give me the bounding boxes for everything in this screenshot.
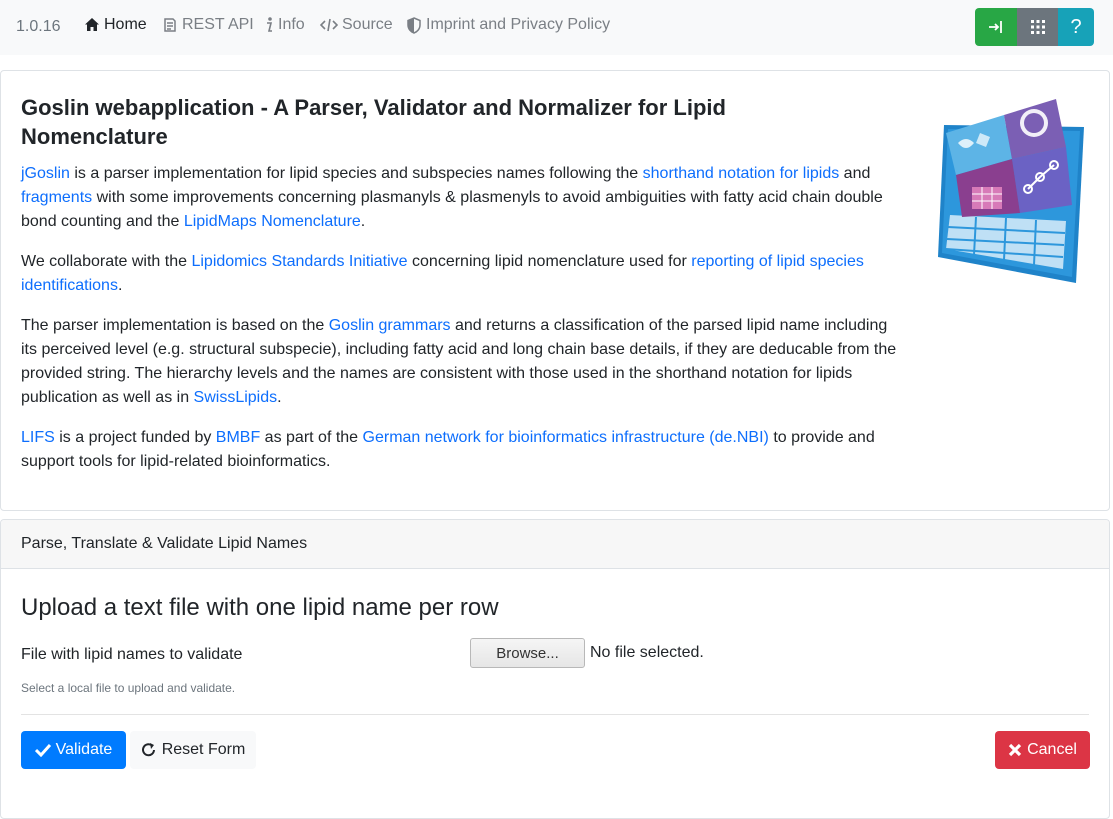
- version-brand[interactable]: 1.0.16: [16, 18, 60, 36]
- reset-form-button[interactable]: Reset Form: [130, 731, 256, 769]
- form-card-header: Parse, Translate & Validate Lipid Names: [1, 520, 1109, 569]
- intro-paragraph-3: The parser implementation is based on th…: [21, 314, 901, 410]
- code-icon: [320, 18, 338, 32]
- form-divider: [21, 714, 1089, 715]
- check-icon: [34, 743, 51, 757]
- nav-info-label: Info: [278, 16, 305, 33]
- nav-source[interactable]: Source: [320, 16, 393, 34]
- link-fragments[interactable]: fragments: [21, 189, 92, 206]
- help-button[interactable]: ?: [1058, 8, 1094, 46]
- validate-form-card: Parse, Translate & Validate Lipid Names …: [0, 519, 1110, 819]
- intro-card: Goslin webapplication - A Parser, Valida…: [0, 70, 1110, 511]
- home-icon: [85, 18, 99, 31]
- nav-imprint[interactable]: Imprint and Privacy Policy: [406, 16, 610, 34]
- nav-rest-api-label: REST API: [182, 16, 254, 33]
- cancel-button[interactable]: Cancel: [995, 731, 1090, 769]
- link-swisslipids[interactable]: SwissLipids: [194, 389, 278, 406]
- validate-label: Validate: [55, 741, 113, 758]
- file-status-text: No file selected.: [590, 644, 704, 661]
- page-title: Goslin webapplication - A Parser, Valida…: [21, 95, 726, 149]
- upload-title: Upload a text file with one lipid name p…: [21, 594, 499, 621]
- link-denbi[interactable]: German network for bioinformatics infras…: [363, 429, 769, 446]
- nav-home[interactable]: Home: [84, 16, 147, 34]
- p2-text-1: We collaborate with the: [21, 253, 192, 270]
- intro-paragraph-1: jGoslin is a parser implementation for l…: [21, 162, 901, 234]
- intro-paragraph-4: LIFS is a project funded by BMBF as part…: [21, 426, 901, 474]
- link-lifs[interactable]: LIFS: [21, 429, 55, 446]
- goslin-logo: [938, 99, 1084, 283]
- nav-home-label: Home: [104, 16, 147, 33]
- p2-text-3: .: [117, 277, 123, 294]
- reset-label: Reset Form: [161, 741, 246, 758]
- link-jgoslin[interactable]: jGoslin: [21, 165, 70, 182]
- shield-icon: [407, 16, 421, 34]
- nav-rest-api[interactable]: REST API: [162, 16, 254, 34]
- apps-button[interactable]: [1017, 8, 1058, 46]
- p1-text-4: .: [360, 213, 366, 230]
- nav-imprint-label: Imprint and Privacy Policy: [426, 16, 611, 33]
- p4-text-1: is a project funded by: [54, 429, 216, 446]
- login-icon: [989, 21, 1002, 33]
- cancel-label: Cancel: [1027, 741, 1077, 758]
- nav-source-label: Source: [342, 16, 393, 33]
- nav-info[interactable]: Info: [264, 16, 305, 34]
- info-icon: [267, 17, 273, 32]
- p1-text-2: and: [839, 165, 871, 182]
- p3-text-3: .: [277, 389, 282, 406]
- p3-text-1: The parser implementation is based on th…: [21, 317, 329, 334]
- link-bmbf[interactable]: BMBF: [216, 429, 260, 446]
- p4-text-2: as part of the: [260, 429, 363, 446]
- api-icon: [164, 18, 176, 32]
- p1-text-1: is a parser implementation for lipid spe…: [69, 165, 643, 182]
- apps-grid-icon: [1030, 20, 1045, 34]
- link-lipidmaps[interactable]: LipidMaps Nomenclature: [184, 213, 361, 230]
- top-navbar: 1.0.16 Home REST API Info Source Imprint…: [0, 0, 1113, 55]
- redo-icon: [141, 743, 155, 757]
- link-goslin-grammars[interactable]: Goslin grammars: [329, 317, 451, 334]
- login-button[interactable]: [975, 8, 1017, 46]
- browse-button[interactable]: Browse...: [470, 638, 585, 668]
- help-icon: ?: [1070, 15, 1082, 38]
- file-input-label: File with lipid names to validate: [21, 646, 243, 663]
- close-icon: [1008, 743, 1022, 757]
- intro-paragraph-2: We collaborate with the Lipidomics Stand…: [21, 250, 901, 298]
- p2-text-2: concerning lipid nomenclature used for: [407, 253, 692, 270]
- validate-button[interactable]: Validate: [21, 731, 126, 769]
- link-lsi[interactable]: Lipidomics Standards Initiative: [191, 253, 407, 270]
- link-shorthand-notation[interactable]: shorthand notation for lipids: [643, 165, 840, 182]
- file-help-text: Select a local file to upload and valida…: [21, 681, 236, 695]
- p1-text-3: with some improvements concerning plasma…: [21, 189, 883, 230]
